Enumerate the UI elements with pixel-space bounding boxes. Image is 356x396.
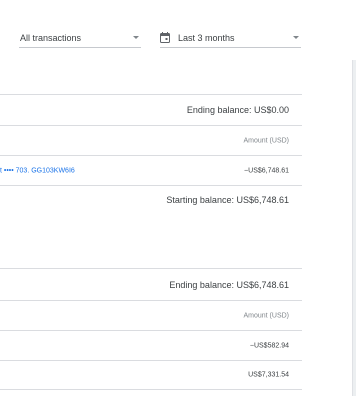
ending-balance: Ending balance: US$0.00: [186, 105, 289, 115]
starting-balance: Starting balance: US$6,748.61: [166, 195, 289, 205]
transaction-row: t •••• 703. GG103KW6I6 −US$6,748.61: [0, 155, 302, 185]
calendar-icon: [160, 32, 170, 43]
transaction-amount: −US$6,748.61: [244, 167, 289, 174]
ending-balance: Ending balance: US$6,748.61: [169, 279, 289, 290]
transaction-type-select[interactable]: All transactions: [19, 28, 141, 48]
amount-header-row: Amount (USD): [0, 125, 302, 155]
starting-balance-row: Starting balance: US$6,748.61: [0, 185, 302, 217]
date-range-select[interactable]: Last 3 months: [160, 28, 301, 48]
amount-header-row: Amount (USD): [0, 300, 302, 330]
date-range-value: Last 3 months: [178, 32, 235, 43]
transaction-link[interactable]: t •••• 703. GG103KW6I6: [0, 167, 75, 174]
ending-balance-row: Ending balance: US$0.00: [0, 94, 302, 125]
chevron-down-icon: [133, 36, 139, 39]
transaction-row: −US$582.94: [0, 330, 302, 360]
amount-column-header: Amount (USD): [243, 137, 289, 144]
amount-column-header: Amount (USD): [243, 312, 289, 319]
chevron-down-icon: [293, 36, 299, 39]
side-panel-edge: [352, 60, 356, 396]
transaction-amount: −US$582.94: [249, 342, 289, 349]
transaction-type-value: All transactions: [20, 32, 82, 43]
transaction-row: US$7,331.54: [0, 360, 302, 390]
transactions-view: All transactions Last 3 months Ending ba…: [0, 0, 356, 396]
transaction-amount: US$7,331.54: [248, 371, 289, 379]
ending-balance-row: Ending balance: US$6,748.61: [0, 268, 302, 300]
